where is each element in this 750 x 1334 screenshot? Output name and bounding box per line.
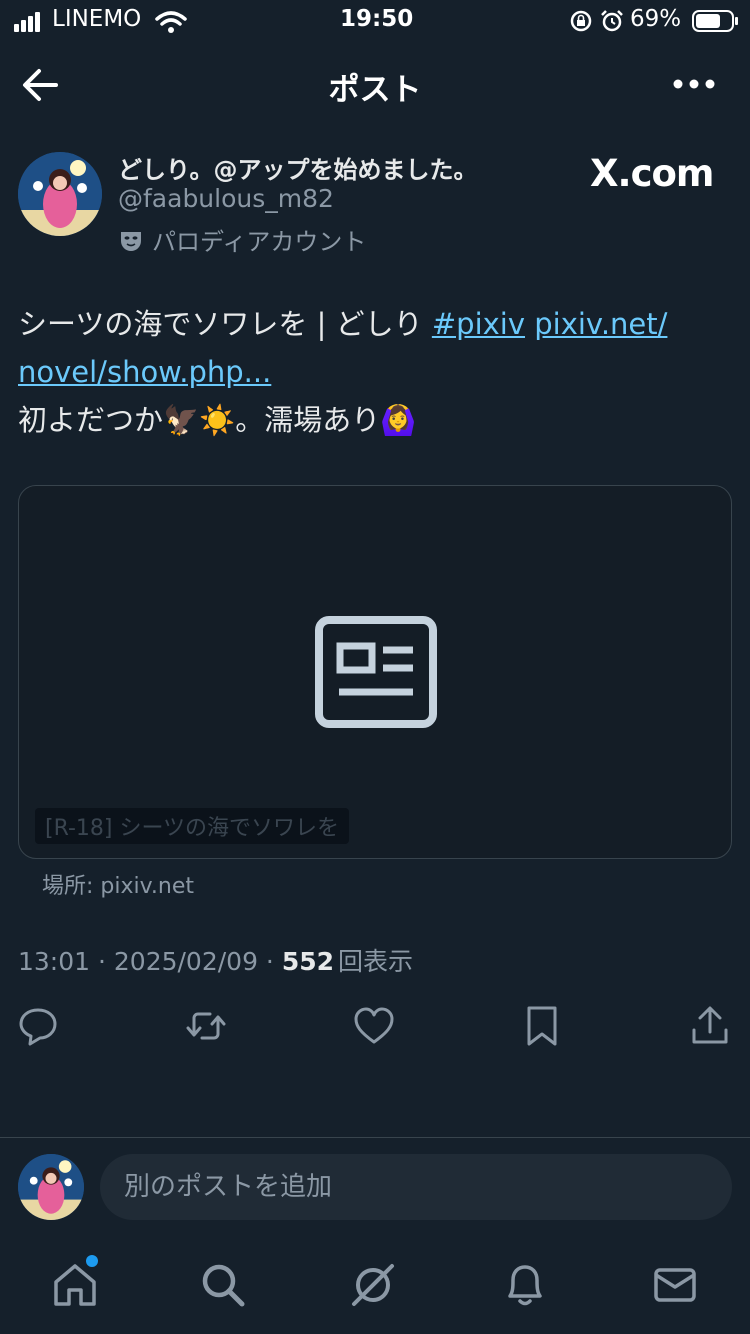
bookmark-icon[interactable] [520, 1004, 564, 1048]
article-icon [315, 616, 437, 728]
author-name[interactable]: どしり。@アップを始めました。 [118, 150, 478, 185]
repost-icon[interactable] [184, 1004, 228, 1048]
home-notification-dot [86, 1255, 98, 1267]
post-body: シーツの海でソワレを | どしり #pixiv pixiv.net/ novel… [18, 300, 718, 444]
carrier-label: LINEMO [52, 6, 142, 32]
card-domain[interactable]: 場所: pixiv.net [42, 868, 194, 900]
more-options-icon[interactable] [670, 72, 718, 96]
grok-icon[interactable] [348, 1260, 398, 1310]
messages-icon[interactable] [650, 1260, 700, 1310]
post-meta: 13:01 · 2025/02/09 · 552 回表示 [18, 947, 414, 976]
view-count: 552 [281, 947, 335, 976]
view-count-label: 回表示 [338, 947, 414, 976]
signal-icon [14, 12, 42, 32]
like-icon[interactable] [352, 1004, 396, 1048]
status-bar: LINEMO 19:50 69% [0, 0, 750, 44]
divider [0, 1137, 750, 1138]
parody-label: パロディアカウント [118, 222, 366, 257]
author-handle[interactable]: @faabulous_m82 [118, 184, 334, 213]
post-text: シーツの海でソワレを | どしり [18, 307, 432, 341]
my-avatar[interactable] [18, 1154, 84, 1220]
xcom-badge: X.com [590, 152, 714, 195]
wifi-icon [155, 11, 187, 33]
search-icon[interactable] [198, 1260, 248, 1310]
post-date: 2025/02/09 [113, 947, 258, 976]
page-title: ポスト [328, 72, 422, 108]
clock: 19:50 [340, 6, 414, 32]
reply-input[interactable] [100, 1154, 732, 1220]
post-text-line-2: 初よだつか🦅☀️。濡場あり🙆‍♀️ [18, 403, 417, 437]
rotation-lock-icon [570, 10, 592, 32]
reply-icon[interactable] [16, 1004, 60, 1048]
share-icon[interactable] [688, 1004, 732, 1048]
post-time: 13:01 [18, 947, 91, 976]
notifications-icon[interactable] [500, 1260, 550, 1310]
battery-percent: 69% [630, 6, 682, 32]
hashtag-link[interactable]: #pixiv [432, 307, 525, 341]
url-link-continued[interactable]: novel/show.php... [18, 355, 271, 389]
home-icon[interactable] [50, 1260, 100, 1310]
link-card[interactable]: [R-18] シーツの海でソワレを [18, 485, 732, 859]
card-title: [R-18] シーツの海でソワレを [35, 808, 350, 844]
theater-mask-icon [121, 232, 141, 251]
url-link[interactable]: pixiv.net/ [534, 307, 667, 341]
alarm-icon [601, 10, 623, 32]
battery-icon [692, 10, 738, 32]
author-avatar[interactable] [18, 152, 102, 236]
parody-label-text: パロディアカウント [152, 228, 367, 256]
